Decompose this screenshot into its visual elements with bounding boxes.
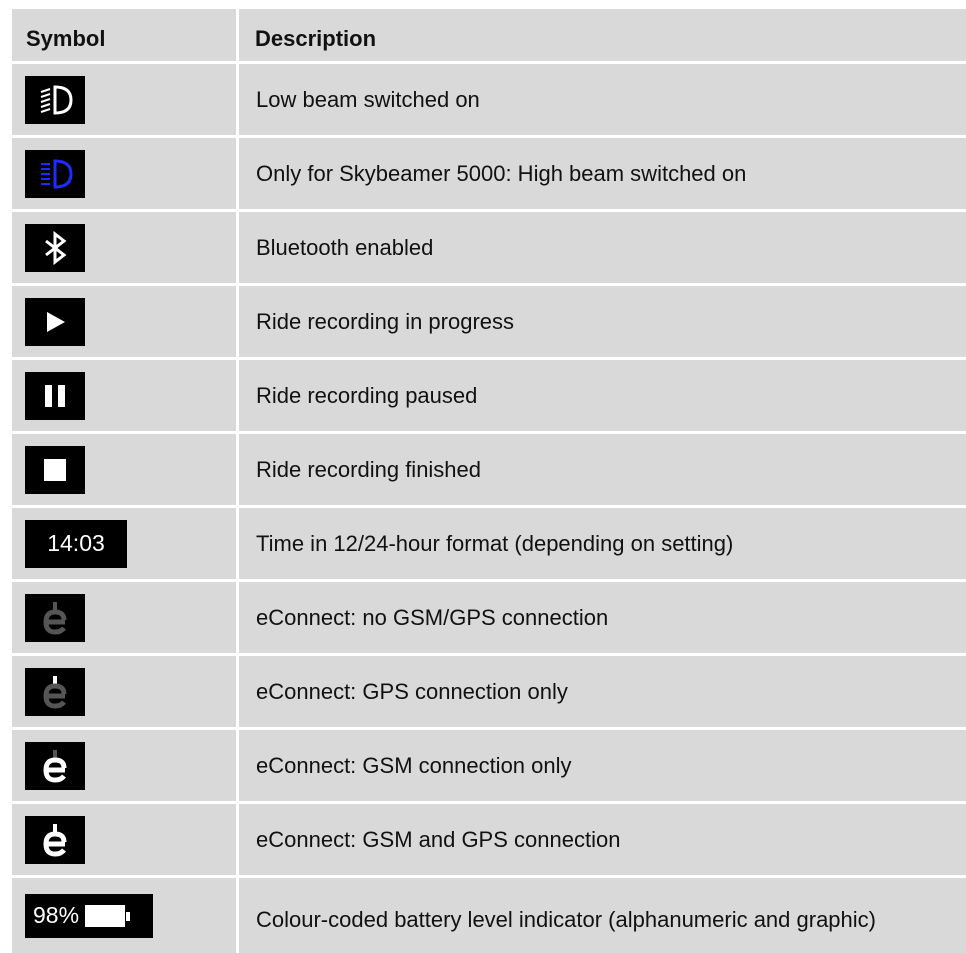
header-symbol: Symbol [12, 9, 236, 61]
econnect-gps-icon [25, 667, 85, 716]
econnect-gsm-icon [25, 741, 85, 790]
header-description: Description [239, 9, 966, 61]
symbol-table: Symbol Description Low beam switched on [12, 9, 966, 953]
battery-indicator: 98% [25, 893, 153, 938]
row-description: Ride recording finished [256, 456, 482, 482]
row-description: Ride recording paused [256, 382, 478, 408]
table-row: eConnect: no GSM/GPS connection [12, 582, 966, 653]
row-description: Bluetooth enabled [256, 234, 434, 260]
table-row: Only for Skybeamer 5000: High beam switc… [12, 138, 966, 209]
econnect-none-icon [25, 593, 85, 642]
table-row: Ride recording in progress [12, 286, 966, 357]
stop-icon [25, 445, 85, 494]
row-description: eConnect: no GSM/GPS connection [256, 604, 609, 630]
row-description: Colour-coded battery level indicator (al… [256, 907, 876, 932]
row-description: eConnect: GSM and GPS connection [256, 826, 621, 852]
table-row: eConnect: GPS connection only [12, 656, 966, 727]
table-row: 98% Colour-coded battery level indicator… [12, 878, 966, 953]
pause-icon [25, 371, 85, 420]
table-row: Ride recording finished [12, 434, 966, 505]
table-row: 14:03 Time in 12/24-hour format (dependi… [12, 508, 966, 579]
low-beam-icon [25, 75, 85, 124]
high-beam-icon [25, 149, 85, 198]
battery-percent-text: 98% [33, 902, 80, 928]
row-description: eConnect: GSM connection only [256, 752, 572, 778]
econnect-gsm-gps-icon [25, 815, 85, 864]
table-row: eConnect: GSM and GPS connection [12, 804, 966, 875]
row-description: eConnect: GPS connection only [256, 678, 568, 704]
table-row: Ride recording paused [12, 360, 966, 431]
play-icon [25, 297, 85, 346]
clock-display: 14:03 [25, 519, 127, 568]
row-description: Time in 12/24-hour format (depending on … [256, 530, 734, 556]
table-row: Bluetooth enabled [12, 212, 966, 283]
row-description: Only for Skybeamer 5000: High beam switc… [256, 160, 747, 186]
row-description: Low beam switched on [256, 86, 480, 112]
row-description: Ride recording in progress [256, 308, 515, 334]
table-row: eConnect: GSM connection only [12, 730, 966, 801]
table-header-row: Symbol Description [12, 9, 966, 61]
battery-icon [85, 904, 131, 927]
table-row: Low beam switched on [12, 64, 966, 135]
bluetooth-icon [25, 223, 85, 272]
